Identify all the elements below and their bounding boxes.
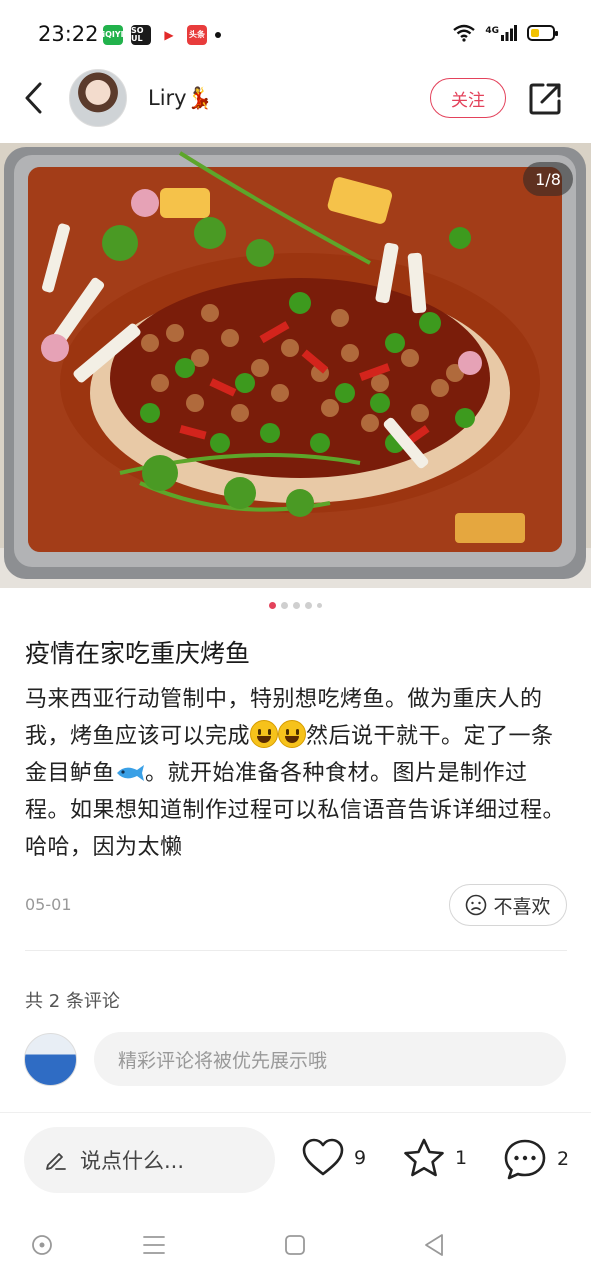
photo-page-indicator xyxy=(0,602,591,609)
author-avatar[interactable] xyxy=(69,69,127,127)
chevron-left-icon xyxy=(25,82,42,114)
author-name[interactable]: Liry💃 xyxy=(148,86,213,111)
status-bar: 23:22 iQIYI SO UL ▶ 头条 4G xyxy=(0,0,591,70)
post-date: 05-01 xyxy=(25,895,72,914)
home-button[interactable] xyxy=(282,1232,308,1258)
system-nav-bar xyxy=(0,1218,591,1270)
page-dot xyxy=(281,602,288,609)
circle-dot-icon xyxy=(32,1235,52,1255)
battery-icon xyxy=(527,25,558,41)
sad-face-icon xyxy=(466,894,487,916)
toutiao-icon: 头条 xyxy=(187,25,207,45)
soul-icon: SO UL xyxy=(131,25,151,45)
like-button[interactable]: 9 xyxy=(302,1138,366,1178)
bottom-bar-divider xyxy=(0,1112,591,1113)
star-icon xyxy=(404,1138,444,1177)
favorite-button[interactable]: 1 xyxy=(403,1138,467,1178)
comment-button[interactable]: 2 xyxy=(503,1138,569,1180)
back-button[interactable] xyxy=(18,80,50,116)
video-icon: ▶ xyxy=(159,25,179,45)
post-header: Liry💃 关注 xyxy=(0,66,591,132)
comment-input[interactable]: 精彩评论将被优先展示哦 xyxy=(94,1032,566,1086)
follow-button[interactable]: 关注 xyxy=(430,78,506,118)
network-type-label: 4G xyxy=(485,26,499,36)
pencil-icon xyxy=(46,1153,66,1170)
grilled-fish-image xyxy=(0,143,591,588)
share-icon xyxy=(529,83,561,115)
status-time: 23:22 xyxy=(38,22,99,46)
photo-counter: 1/8 xyxy=(523,162,573,196)
menu-button[interactable] xyxy=(141,1232,167,1258)
heart-icon xyxy=(302,1138,344,1176)
post-photo[interactable] xyxy=(0,143,591,588)
dislike-button[interactable]: 不喜欢 xyxy=(449,884,567,926)
grinning-emoji-icon xyxy=(278,720,307,748)
comment-count[interactable]: 共 2 条评论 xyxy=(25,987,120,1013)
current-user-avatar xyxy=(24,1033,77,1086)
post-title: 疫情在家吃重庆烤鱼 xyxy=(25,639,251,668)
grinning-emoji-icon xyxy=(250,720,279,748)
menu-icon xyxy=(143,1236,165,1254)
back-nav-button[interactable] xyxy=(421,1232,447,1258)
assistant-button[interactable] xyxy=(29,1232,55,1258)
favorite-count: 1 xyxy=(455,1147,468,1169)
post-body: 马来西亚行动管制中，特别想吃烤鱼。做为重庆人的我，烤鱼应该可以完成 然后说干就干。… xyxy=(25,681,570,866)
fish-emoji-icon xyxy=(117,765,145,781)
iqiyi-icon: iQIYI xyxy=(102,25,124,45)
status-app-icons: iQIYI SO UL ▶ 头条 xyxy=(102,25,221,45)
section-divider xyxy=(25,950,567,951)
wifi-icon xyxy=(453,24,476,42)
square-icon xyxy=(285,1235,305,1255)
signal-icon xyxy=(501,25,517,41)
more-notifications-dot xyxy=(215,32,221,38)
dislike-label: 不喜欢 xyxy=(493,895,551,918)
status-indicators: 4G xyxy=(453,24,558,42)
page-dot xyxy=(317,603,322,608)
page-dot xyxy=(269,602,276,609)
triangle-back-icon xyxy=(425,1234,443,1256)
page-dot xyxy=(293,602,300,609)
battery-level xyxy=(531,29,539,37)
say-something-input[interactable]: 说点什么... xyxy=(24,1127,275,1193)
like-count: 9 xyxy=(354,1147,367,1169)
share-button[interactable] xyxy=(526,80,564,118)
comment-bubble-icon xyxy=(504,1139,546,1180)
say-something-placeholder: 说点什么... xyxy=(80,1149,185,1173)
page-dot xyxy=(305,602,312,609)
comment-total: 2 xyxy=(557,1148,570,1170)
